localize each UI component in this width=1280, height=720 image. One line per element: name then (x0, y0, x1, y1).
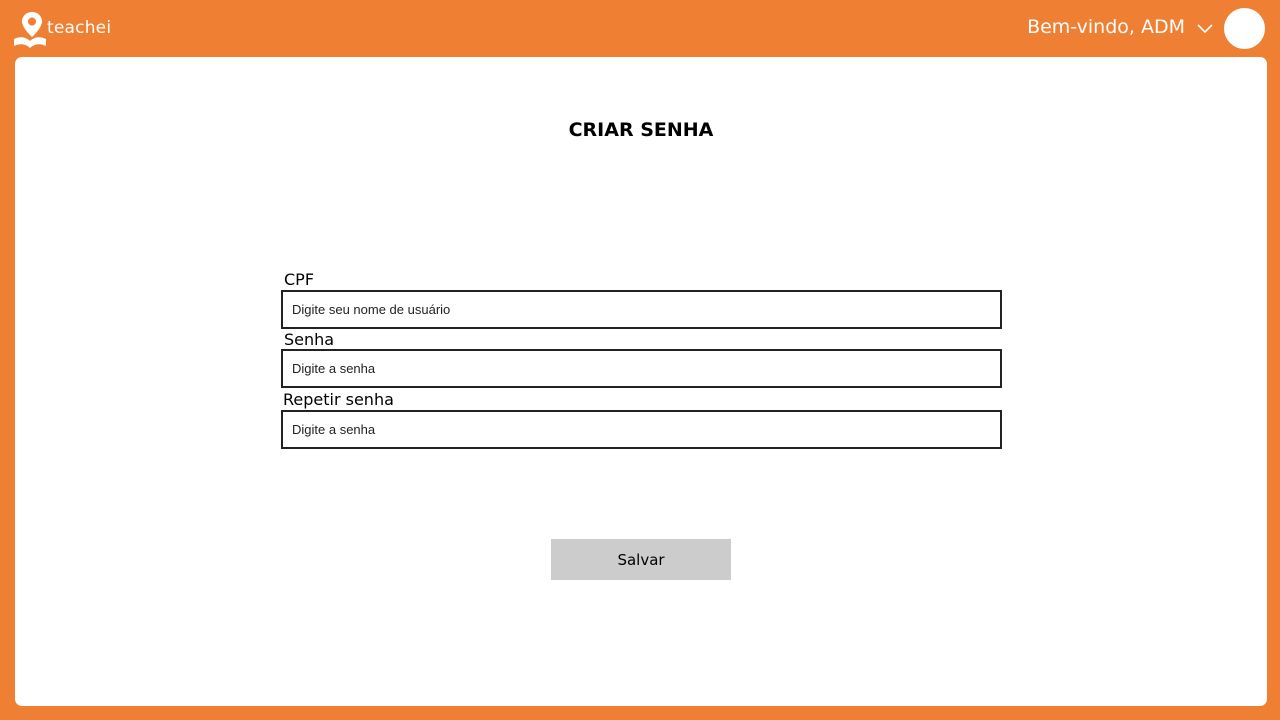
main-card: CRIAR SENHA CPF Senha Repetir senha Salv… (15, 57, 1267, 706)
avatar[interactable] (1224, 8, 1265, 49)
cpf-label: CPF (284, 270, 315, 289)
password-label: Senha (284, 330, 335, 349)
repeat-password-label: Repetir senha (283, 390, 394, 409)
page-title: CRIAR SENHA (568, 119, 714, 141)
top-bar: teachei Bem-vindo, ADM (0, 0, 1280, 57)
welcome-text: Bem-vindo, ADM (1027, 16, 1185, 38)
teachei-logo-icon (14, 12, 46, 48)
cpf-input[interactable] (281, 290, 1002, 329)
repeat-password-input[interactable] (281, 410, 1002, 449)
chevron-down-icon[interactable] (1196, 22, 1214, 34)
brand-name: teachei (47, 18, 112, 38)
password-input[interactable] (281, 349, 1002, 388)
save-button[interactable]: Salvar (551, 539, 731, 580)
